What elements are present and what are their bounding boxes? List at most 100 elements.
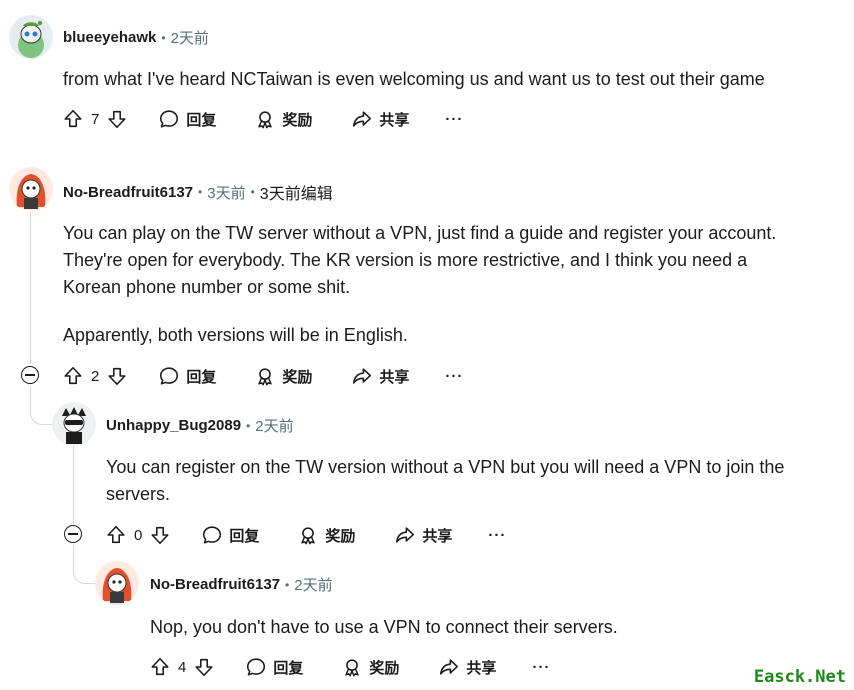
avatar[interactable]: [95, 561, 139, 605]
reply-icon: [245, 656, 267, 678]
more-button[interactable]: ···: [532, 659, 550, 676]
award-button[interactable]: 奖励: [341, 656, 399, 678]
thread-line[interactable]: [73, 446, 74, 524]
comment-header: Unhappy_Bug2089 • 2天前: [106, 415, 294, 436]
vote-count: 0: [134, 526, 143, 544]
username[interactable]: No-Breadfruit6137: [63, 184, 193, 201]
award-button[interactable]: 奖励: [254, 365, 312, 387]
username[interactable]: No-Breadfruit6137: [150, 576, 280, 593]
more-button[interactable]: ···: [488, 527, 506, 544]
share-icon: [394, 524, 416, 546]
award-button[interactable]: 奖励: [254, 108, 312, 130]
more-icon: ···: [445, 367, 464, 385]
avatar[interactable]: [52, 402, 96, 446]
thread-connector: [30, 386, 53, 425]
upvote-button[interactable]: [62, 108, 84, 130]
share-button[interactable]: 共享: [394, 524, 452, 546]
award-label: 奖励: [282, 368, 313, 386]
timestamp[interactable]: 3天前: [207, 182, 245, 203]
separator-dot: •: [246, 418, 251, 433]
more-button[interactable]: ···: [445, 368, 463, 385]
timestamp[interactable]: 2天前: [255, 415, 293, 436]
thread-connector: [73, 545, 96, 584]
username[interactable]: Unhappy_Bug2089: [106, 417, 241, 434]
share-label: 共享: [379, 111, 410, 129]
comment-header: blueeyehawk • 2天前: [63, 27, 209, 48]
reply-button[interactable]: 回复: [201, 524, 259, 546]
share-button[interactable]: 共享: [438, 656, 496, 678]
separator-dot: •: [198, 185, 203, 199]
reply-label: 回复: [273, 659, 304, 677]
share-icon: [351, 108, 373, 130]
comment-actions: 7 回复 奖励 共享 ···: [62, 104, 463, 134]
share-label: 共享: [379, 368, 410, 386]
comment-line: They're open for everybody. The KR versi…: [63, 250, 748, 270]
comment-header: No-Breadfruit6137 • 3天前 • 3天前编辑: [63, 180, 333, 204]
award-label: 奖励: [325, 527, 356, 545]
collapse-thread-button[interactable]: [21, 366, 39, 384]
reply-button[interactable]: 回复: [245, 656, 303, 678]
more-icon: ···: [488, 526, 507, 544]
more-icon: ···: [532, 658, 551, 676]
award-label: 奖励: [282, 111, 313, 129]
vote-count: 7: [91, 110, 100, 128]
avatar-image: [9, 15, 53, 59]
avatar[interactable]: [9, 167, 53, 211]
downvote-icon: [106, 365, 128, 387]
timestamp[interactable]: 2天前: [171, 27, 209, 48]
upvote-button[interactable]: [62, 365, 84, 387]
award-icon: [297, 524, 319, 546]
share-icon: [351, 365, 373, 387]
reply-label: 回复: [186, 111, 217, 129]
more-button[interactable]: ···: [445, 111, 463, 128]
award-button[interactable]: 奖励: [297, 524, 355, 546]
upvote-icon: [62, 365, 84, 387]
award-icon: [341, 656, 363, 678]
thread-line[interactable]: [30, 212, 31, 364]
downvote-button[interactable]: [106, 108, 128, 130]
reply-icon: [201, 524, 223, 546]
comment-actions: 2 回复 奖励 共享 ···: [62, 361, 463, 391]
comment-line: You can play on the TW server without a …: [63, 223, 777, 243]
avatar-image: [9, 167, 53, 211]
comment-line: Korean phone number or some shit.: [63, 277, 351, 297]
timestamp[interactable]: 2天前: [294, 574, 332, 595]
upvote-button[interactable]: [149, 656, 171, 678]
comment-actions: 0 回复 奖励 共享 ···: [105, 520, 506, 550]
vote-count: 2: [91, 367, 100, 385]
collapse-thread-button[interactable]: [64, 525, 82, 543]
avatar[interactable]: [9, 15, 53, 59]
reply-button[interactable]: 回复: [158, 365, 216, 387]
reply-label: 回复: [186, 368, 217, 386]
comment-body: from what I've heard NCTaiwan is even we…: [63, 66, 765, 93]
upvote-icon: [62, 108, 84, 130]
share-button[interactable]: 共享: [351, 108, 409, 130]
upvote-icon: [149, 656, 171, 678]
upvote-icon: [105, 524, 127, 546]
comment-body: You can register on the TW version witho…: [106, 454, 784, 508]
comment-line: servers.: [106, 484, 171, 504]
award-label: 奖励: [369, 659, 400, 677]
share-button[interactable]: 共享: [351, 365, 409, 387]
comment-header: No-Breadfruit6137 • 2天前: [150, 574, 333, 595]
username[interactable]: blueeyehawk: [63, 29, 156, 46]
avatar-image: [52, 402, 96, 446]
more-icon: ···: [445, 110, 464, 128]
downvote-icon: [149, 524, 171, 546]
share-label: 共享: [466, 659, 497, 677]
share-icon: [438, 656, 460, 678]
comment-line: from what I've heard NCTaiwan is even we…: [63, 69, 765, 89]
downvote-button[interactable]: [106, 365, 128, 387]
downvote-icon: [193, 656, 215, 678]
downvote-button[interactable]: [149, 524, 171, 546]
comment-line: You can register on the TW version witho…: [106, 457, 785, 477]
comment-body-paragraph: Apparently, both versions will be in Eng…: [63, 322, 408, 349]
reply-icon: [158, 108, 180, 130]
reply-button[interactable]: 回复: [158, 108, 216, 130]
comment-line: Nop, you don't have to use a VPN to conn…: [150, 617, 618, 637]
downvote-icon: [106, 108, 128, 130]
award-icon: [254, 365, 276, 387]
separator-dot: •: [285, 577, 290, 592]
upvote-button[interactable]: [105, 524, 127, 546]
downvote-button[interactable]: [193, 656, 215, 678]
